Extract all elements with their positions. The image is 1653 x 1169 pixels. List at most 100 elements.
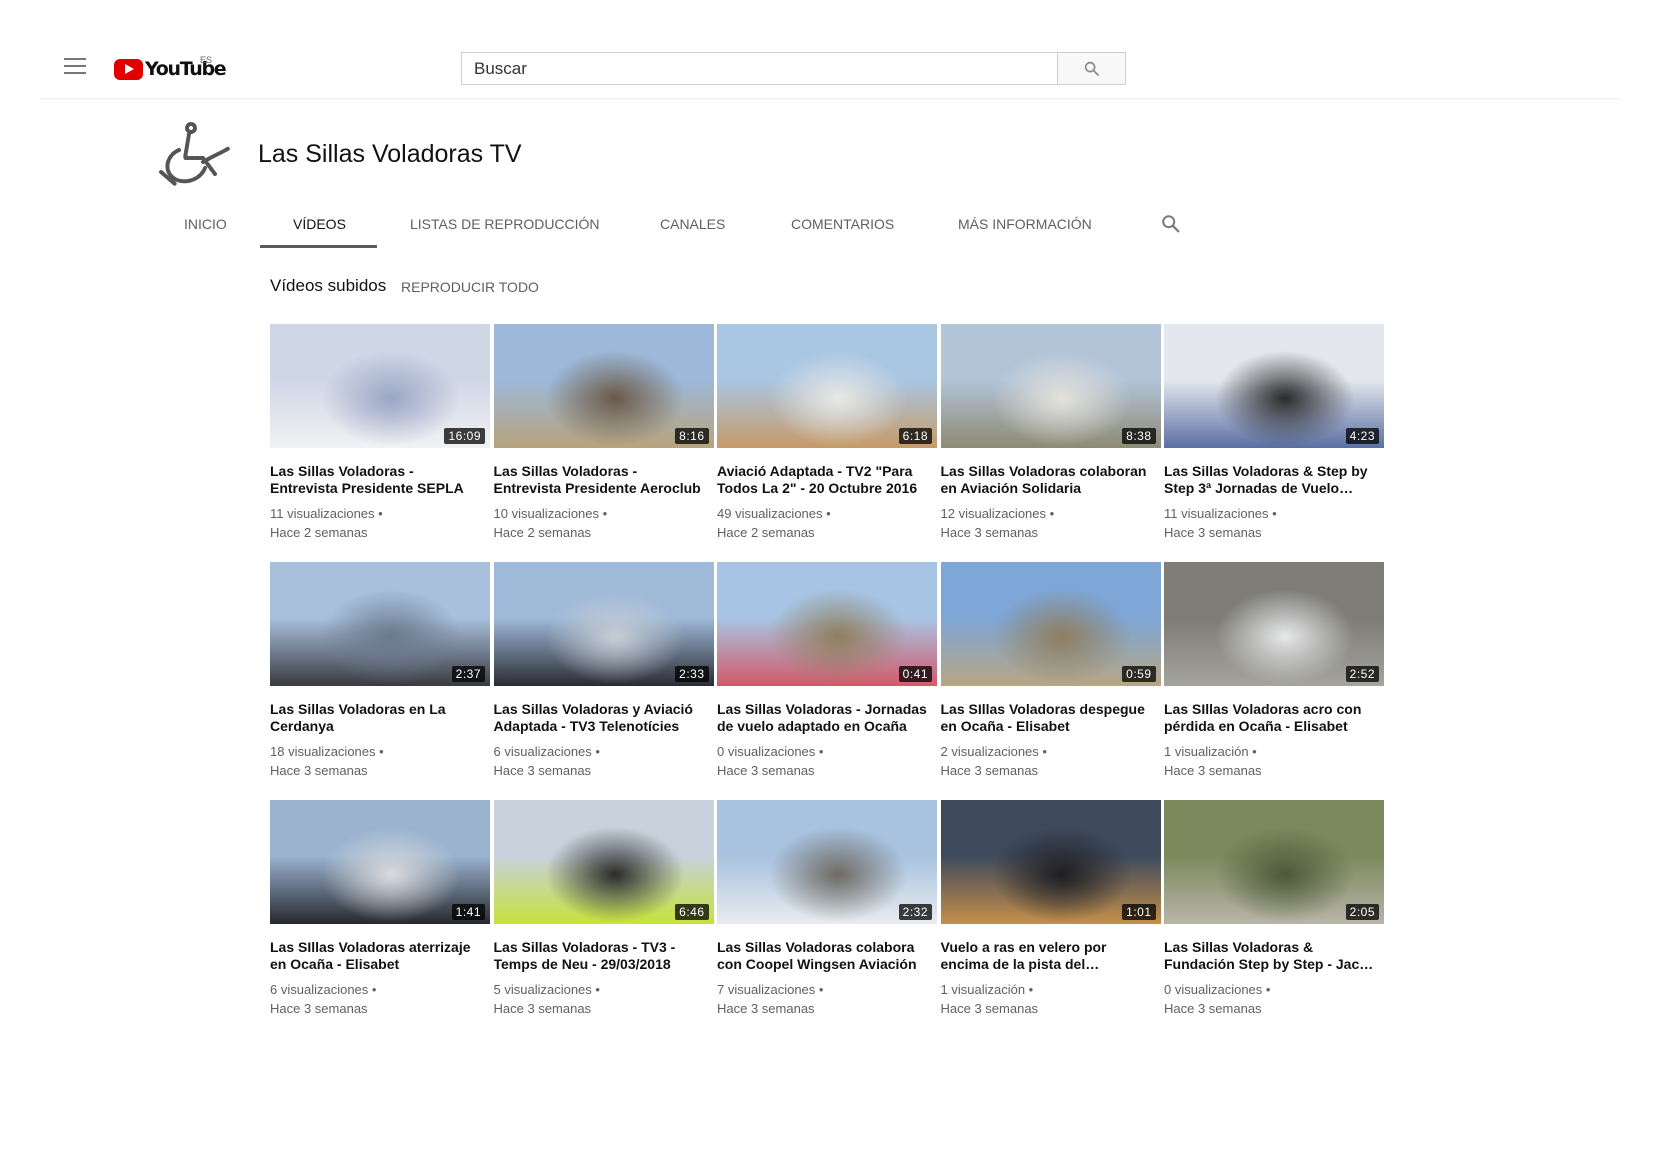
video-thumbnail[interactable]: 0:59 (940, 562, 1161, 686)
video-thumbnail[interactable]: 1:41 (270, 800, 490, 924)
video-duration: 2:32 (898, 904, 932, 920)
video-thumbnail[interactable]: 6:18 (717, 324, 937, 448)
video-thumbnail[interactable]: 4:23 (1164, 324, 1384, 448)
video-title[interactable]: Las Sillas Voladoras & Step by Step 3ª J… (1164, 463, 1374, 496)
video-duration: 4:23 (1345, 428, 1379, 444)
video-card[interactable]: 6:46 Las Sillas Voladoras - TV3 - Temps … (493, 800, 714, 1038)
video-thumbnail[interactable]: 6:46 (493, 800, 714, 924)
video-meta: 2 visualizaciones • Hace 3 semanas (941, 742, 1161, 780)
video-card[interactable]: 2:37 Las Sillas Voladoras en La Cerdanya… (270, 562, 490, 800)
video-age: Hace 3 semanas (270, 763, 368, 778)
video-card[interactable]: 4:23 Las Sillas Voladoras & Step by Step… (1164, 324, 1384, 562)
video-meta: 7 visualizaciones • Hace 3 semanas (717, 980, 937, 1018)
video-title[interactable]: Las Sillas Voladoras - Entrevista Presid… (494, 463, 704, 496)
logo-text: YouTube (145, 58, 227, 80)
video-meta: 18 visualizaciones • Hace 3 semanas (270, 742, 490, 780)
search-input[interactable] (462, 53, 1046, 84)
video-card[interactable]: 2:33 Las Sillas Voladoras y Aviació Adap… (493, 562, 714, 800)
video-meta: 10 visualizaciones • Hace 2 semanas (494, 504, 714, 542)
tab-comments[interactable]: COMENTARIOS (791, 216, 894, 232)
video-card[interactable]: 0:59 Las SIllas Voladoras despegue en Oc… (940, 562, 1161, 800)
video-meta: 5 visualizaciones • Hace 3 semanas (494, 980, 714, 1018)
video-views: 6 visualizaciones (270, 982, 369, 997)
video-title[interactable]: Las Sillas Voladoras - TV3 - Temps de Ne… (494, 939, 704, 972)
video-age: Hace 2 semanas (717, 525, 815, 540)
video-age: Hace 2 semanas (493, 525, 592, 540)
video-card[interactable]: 16:09 Las Sillas Voladoras - Entrevista … (270, 324, 490, 562)
search-button[interactable] (1058, 52, 1126, 85)
tab-playlists[interactable]: LISTAS DE REPRODUCCIÓN (410, 216, 600, 232)
video-card[interactable]: 6:18 Aviació Adaptada - TV2 "Para Todos … (717, 324, 937, 562)
video-thumbnail[interactable]: 8:16 (493, 324, 714, 448)
video-card[interactable]: 2:52 Las SIllas Voladoras acro con pérdi… (1164, 562, 1384, 800)
tab-inicio[interactable]: INICIO (184, 216, 227, 232)
video-card[interactable]: 8:38 Las Sillas Voladoras colaboran en A… (940, 324, 1161, 562)
video-thumbnail[interactable]: 2:32 (717, 800, 937, 924)
video-card[interactable]: 1:41 Las SIllas Voladoras aterrizaje en … (270, 800, 490, 1038)
video-card[interactable]: 2:05 Las Sillas Voladoras & Fundación St… (1164, 800, 1384, 1038)
video-title[interactable]: Aviació Adaptada - TV2 "Para Todos La 2"… (717, 463, 927, 496)
video-title[interactable]: Las Sillas Voladoras - Entrevista Presid… (270, 463, 480, 496)
video-duration: 2:33 (675, 666, 709, 682)
video-title[interactable]: Las Sillas Voladoras colaboran en Aviaci… (941, 463, 1151, 496)
video-title[interactable]: Vuelo a ras en velero por encima de la p… (941, 939, 1151, 972)
video-card[interactable]: 1:01 Vuelo a ras en velero por encima de… (940, 800, 1161, 1038)
video-title[interactable]: Las SIllas Voladoras acro con pérdida en… (1164, 701, 1374, 734)
video-age: Hace 3 semanas (717, 763, 815, 778)
tab-channels[interactable]: CANALES (660, 216, 725, 232)
play-logo-icon (114, 58, 143, 80)
video-title[interactable]: Las Sillas Voladoras colabora con Coopel… (717, 939, 927, 972)
video-views: 1 visualización (940, 982, 1026, 997)
video-age: Hace 3 semanas (493, 763, 592, 778)
search-box (461, 52, 1058, 85)
tab-about[interactable]: MÁS INFORMACIÓN (958, 216, 1092, 232)
video-title[interactable]: Las Sillas Voladoras & Fundación Step by… (1164, 939, 1374, 972)
tab-videos[interactable]: VÍDEOS (293, 216, 346, 232)
video-duration: 2:05 (1345, 904, 1379, 920)
video-meta: 12 visualizaciones • Hace 3 semanas (941, 504, 1161, 542)
video-card[interactable]: 2:32 Las Sillas Voladoras colabora con C… (717, 800, 937, 1038)
video-thumbnail[interactable]: 0:41 (717, 562, 937, 686)
video-thumbnail[interactable]: 8:38 (940, 324, 1161, 448)
video-age: Hace 3 semanas (940, 1001, 1039, 1016)
video-title[interactable]: Las SIllas Voladoras despegue en Ocaña -… (941, 701, 1151, 734)
channel-name: Las Sillas Voladoras TV (258, 140, 522, 168)
video-card[interactable]: 0:41 Las Sillas Voladoras - Jornadas de … (717, 562, 937, 800)
video-duration: 8:38 (1122, 428, 1156, 444)
video-title[interactable]: Las Sillas Voladoras en La Cerdanya (270, 701, 480, 734)
channel-avatar[interactable] (155, 122, 231, 186)
video-thumbnail[interactable]: 2:33 (493, 562, 714, 686)
video-views: 0 visualizaciones (1164, 982, 1263, 997)
logo-region: ES (200, 55, 213, 65)
video-title[interactable]: Las Sillas Voladoras - Jornadas de vuelo… (717, 701, 927, 734)
video-thumbnail[interactable]: 16:09 (270, 324, 490, 448)
video-views: 7 visualizaciones (717, 982, 816, 997)
video-duration: 0:59 (1122, 666, 1156, 682)
video-age: Hace 2 semanas (270, 525, 368, 540)
video-meta: 0 visualizaciones • Hace 3 semanas (717, 742, 937, 780)
video-thumbnail[interactable]: 1:01 (940, 800, 1161, 924)
video-thumbnail[interactable]: 2:52 (1164, 562, 1384, 686)
video-age: Hace 3 semanas (1164, 763, 1262, 778)
video-thumbnail[interactable]: 2:37 (270, 562, 490, 686)
video-meta: 11 visualizaciones • Hace 2 semanas (270, 504, 490, 542)
video-meta: 1 visualización • Hace 3 semanas (1164, 742, 1384, 780)
youtube-logo[interactable]: YouTube ES (114, 55, 227, 81)
video-views: 5 visualizaciones (493, 982, 592, 997)
section-title: Vídeos subidos (270, 276, 387, 295)
channel-search-icon[interactable] (1160, 213, 1182, 235)
video-duration: 0:41 (898, 666, 932, 682)
video-duration: 6:46 (675, 904, 709, 920)
play-all-button[interactable]: REPRODUCIR TODO (401, 279, 539, 295)
video-views: 18 visualizaciones (270, 744, 376, 759)
video-title[interactable]: Las SIllas Voladoras aterrizaje en Ocaña… (270, 939, 480, 972)
video-card[interactable]: 8:16 Las Sillas Voladoras - Entrevista P… (493, 324, 714, 562)
menu-icon[interactable] (64, 58, 86, 76)
video-views: 1 visualización (1164, 744, 1249, 759)
video-views: 49 visualizaciones (717, 506, 823, 521)
video-views: 10 visualizaciones (493, 506, 600, 521)
video-thumbnail[interactable]: 2:05 (1164, 800, 1384, 924)
video-title[interactable]: Las Sillas Voladoras y Aviació Adaptada … (494, 701, 704, 734)
video-views: 0 visualizaciones (717, 744, 816, 759)
masthead-divider (40, 98, 1620, 100)
